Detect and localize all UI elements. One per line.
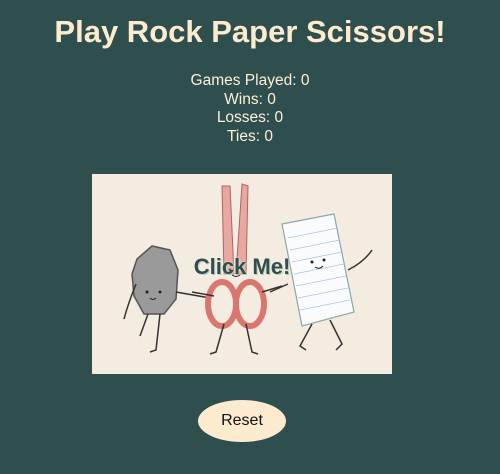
reset-button[interactable]: Reset bbox=[198, 400, 286, 442]
click-me-label[interactable]: Click Me! bbox=[92, 254, 392, 280]
ties-stat: Ties: 0 bbox=[227, 127, 273, 145]
page-title: Play Rock Paper Scissors! bbox=[54, 14, 446, 49]
wins-stat: Wins: 0 bbox=[224, 90, 276, 108]
losses-stat: Losses: 0 bbox=[216, 109, 284, 126]
games-played-stat: Games Played: 0 bbox=[190, 72, 310, 89]
stats-panel: Games Played: 0 Wins: 0 Losses: 0 Ties: … bbox=[0, 72, 500, 146]
play-game-image[interactable]: Click Me! bbox=[92, 174, 392, 374]
